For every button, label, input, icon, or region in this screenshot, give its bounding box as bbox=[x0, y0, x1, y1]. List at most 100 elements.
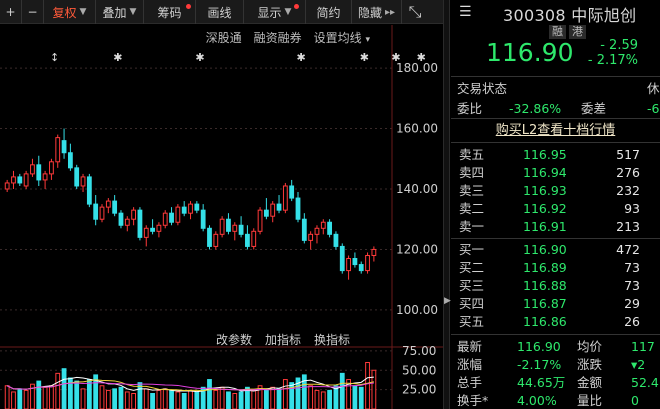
add-indicator-link[interactable]: 加指标 bbox=[265, 331, 301, 348]
bid-volume: 29 bbox=[624, 296, 640, 311]
price-tick-label: 140.00 bbox=[396, 182, 438, 196]
plus-icon: + bbox=[5, 5, 16, 19]
candle-body bbox=[42, 173, 48, 181]
caret-down-icon: ▼ bbox=[129, 7, 137, 17]
stat-value: 117 bbox=[631, 339, 655, 354]
volume-bar bbox=[156, 389, 162, 409]
bid-row: 买一 116.90 472 bbox=[451, 241, 660, 259]
ask-row: 卖五 116.95 517 bbox=[451, 146, 660, 164]
weibi-label: 委比 bbox=[457, 101, 483, 116]
candle-body bbox=[365, 254, 370, 272]
zoom-out-button[interactable]: − bbox=[22, 0, 44, 24]
ask-level-label: 卖四 bbox=[459, 165, 485, 180]
candle-body bbox=[23, 173, 29, 187]
candle-body bbox=[263, 209, 269, 217]
stat-value: 0 bbox=[631, 393, 639, 408]
candle-body bbox=[276, 203, 282, 211]
ask-level-label: 卖五 bbox=[459, 147, 485, 162]
kline-chart-panel[interactable]: 180.00 160.00 140.00 120.00 100.00 75.00 50.00… bbox=[0, 25, 443, 409]
volume-bar bbox=[131, 393, 137, 409]
bid-price: 116.89 bbox=[523, 260, 567, 275]
volume-bar bbox=[371, 369, 377, 409]
candle-body bbox=[67, 152, 73, 169]
margin-trading-link[interactable]: 融资融券 bbox=[254, 29, 302, 46]
chips-button[interactable]: 筹码 bbox=[144, 0, 196, 24]
candle-body bbox=[169, 212, 174, 223]
candle-body bbox=[308, 233, 314, 241]
draw-line-button[interactable]: 画线 bbox=[196, 0, 244, 24]
bid-level-label: 买四 bbox=[459, 296, 485, 311]
candle-body bbox=[17, 176, 23, 184]
expand-icon: ⤡ bbox=[408, 2, 422, 21]
simple-mode-button[interactable]: 简约 bbox=[306, 0, 352, 24]
volume-bar bbox=[112, 388, 118, 409]
l2-upgrade-link[interactable]: 购买L2查看十档行情 bbox=[451, 119, 660, 143]
edit-params-link[interactable]: 改参数 bbox=[216, 331, 252, 348]
volume-bar bbox=[213, 389, 219, 409]
bid-price: 116.90 bbox=[523, 242, 567, 257]
volume-bar bbox=[308, 385, 314, 409]
stat-label: 总手 bbox=[457, 375, 483, 390]
change-indicator-link[interactable]: 换指标 bbox=[314, 331, 350, 348]
weibi-value: -32.86% bbox=[509, 101, 562, 116]
candle-body bbox=[295, 197, 301, 220]
ma-settings-link[interactable]: 设置均线 ▾ bbox=[314, 29, 370, 46]
ask-price: 116.92 bbox=[523, 201, 567, 216]
volume-bar bbox=[42, 386, 48, 409]
hide-button[interactable]: 隐藏 ▸▸ bbox=[352, 0, 402, 24]
price-tick-label: 100.00 bbox=[396, 303, 438, 317]
stat-value: 4.00% bbox=[517, 393, 557, 408]
adjust-rights-dropdown[interactable]: 复权 ▼ bbox=[44, 0, 96, 24]
volume-bar bbox=[61, 368, 67, 409]
volume-bar bbox=[23, 389, 29, 409]
volume-bar bbox=[358, 386, 364, 409]
candle-body bbox=[314, 227, 320, 235]
volume-bar bbox=[124, 391, 130, 409]
volume-bar bbox=[207, 379, 212, 409]
zoom-in-button[interactable]: + bbox=[0, 0, 22, 24]
candle-body bbox=[219, 218, 225, 235]
stat-label: 涨跌 bbox=[577, 357, 603, 372]
candle-body bbox=[80, 176, 86, 187]
stock-code-name: 300308 中际旭创 bbox=[503, 6, 637, 25]
ask-price: 116.95 bbox=[523, 147, 567, 162]
collapse-arrow-icon[interactable]: ▶ bbox=[444, 296, 451, 306]
volume-bar bbox=[314, 389, 320, 409]
candle-body bbox=[137, 209, 143, 238]
candle-body bbox=[346, 258, 351, 272]
stat-label: 量比 bbox=[577, 393, 603, 408]
ask-price: 116.93 bbox=[523, 183, 567, 198]
stat-value: 44.65万 bbox=[517, 375, 566, 390]
kline-chart[interactable]: 180.00160.00140.00120.00100.0075.0050.00… bbox=[0, 25, 443, 409]
stat-row: 涨幅 -2.17% 涨跌 ▾2 bbox=[451, 356, 660, 374]
ask-volume: 517 bbox=[616, 147, 640, 162]
display-dropdown[interactable]: 显示 ▼ bbox=[244, 0, 306, 24]
hk-connect-link[interactable]: 深股通 bbox=[206, 29, 242, 46]
candle-body bbox=[226, 218, 231, 232]
volume-bar bbox=[86, 379, 92, 409]
fullscreen-button[interactable]: ⤡ bbox=[402, 0, 428, 24]
quote-panel: ☰ 300308 中际旭创 融 港 116.90 - 2.59 - 2.17% … bbox=[451, 0, 660, 409]
overlay-label: 叠加 bbox=[102, 5, 127, 20]
panel-splitter[interactable]: ▶ bbox=[443, 0, 451, 409]
volume-bar bbox=[55, 372, 61, 409]
last-price: 116.90 bbox=[486, 38, 574, 67]
draw-line-label: 画线 bbox=[207, 5, 232, 20]
price-change: - 2.59 bbox=[600, 38, 638, 53]
bid-volume: 73 bbox=[624, 260, 640, 275]
volume-bar bbox=[365, 362, 370, 409]
price-tick-label: 160.00 bbox=[396, 122, 438, 136]
stat-label: 均价 bbox=[577, 339, 603, 354]
volume-bar bbox=[49, 385, 54, 409]
ask-row: 卖一 116.91 213 bbox=[451, 218, 660, 236]
volume-bar bbox=[282, 379, 288, 409]
volume-bar bbox=[181, 393, 187, 409]
overlay-dropdown[interactable]: 叠加 ▼ bbox=[96, 0, 144, 24]
candle-body bbox=[270, 203, 276, 217]
ask-book: 卖五 116.95 517 卖四 116.94 276 卖三 116.93 232 卖二 116.9… bbox=[451, 143, 660, 239]
weicha-value: -6 bbox=[647, 101, 660, 116]
menu-icon[interactable]: ☰ bbox=[459, 4, 472, 20]
candle-body bbox=[4, 182, 10, 190]
candle-body bbox=[61, 140, 67, 154]
candle-body bbox=[245, 233, 250, 247]
